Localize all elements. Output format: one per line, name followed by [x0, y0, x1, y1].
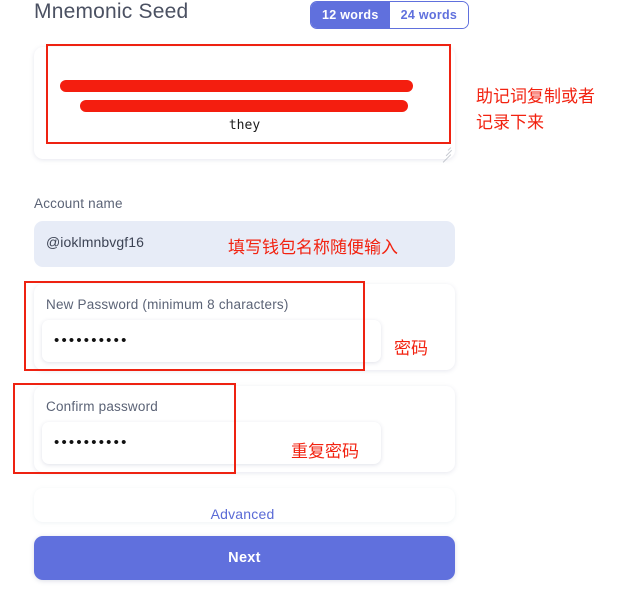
- confirm-password-label: Confirm password: [46, 399, 158, 414]
- account-name-input[interactable]: @ioklmnbvgf16: [34, 221, 455, 267]
- page-title: Mnemonic Seed: [34, 0, 189, 23]
- next-button[interactable]: Next: [34, 536, 455, 580]
- word-count-toggle[interactable]: 12 words 24 words: [310, 1, 470, 29]
- redaction-mark-line-1: [60, 80, 413, 92]
- toggle-option-12-words[interactable]: 12 words: [311, 2, 390, 28]
- redaction-mark-line-2: [80, 100, 408, 112]
- confirm-password-value: ••••••••••: [54, 434, 129, 451]
- new-password-label: New Password (minimum 8 characters): [46, 297, 289, 312]
- confirm-password-input[interactable]: ••••••••••: [42, 422, 381, 464]
- annotation-text-mnemonic: 助记词复制或者 记录下来: [476, 87, 595, 133]
- confirm-password-card: Confirm password ••••••••••: [34, 386, 455, 472]
- new-password-value: ••••••••••: [54, 332, 129, 349]
- mnemonic-word-they: they: [228, 118, 261, 133]
- new-password-input[interactable]: ••••••••••: [42, 320, 381, 362]
- textarea-resize-handle[interactable]: [439, 144, 452, 163]
- account-name-label: Account name: [34, 196, 123, 211]
- new-password-card: New Password (minimum 8 characters) ••••…: [34, 284, 455, 370]
- toggle-option-24-words[interactable]: 24 words: [389, 2, 469, 28]
- advanced-link[interactable]: Advanced: [0, 506, 485, 522]
- account-name-value: @ioklmnbvgf16: [46, 234, 145, 250]
- page-header: Mnemonic Seed 12 words 24 words: [0, 0, 644, 36]
